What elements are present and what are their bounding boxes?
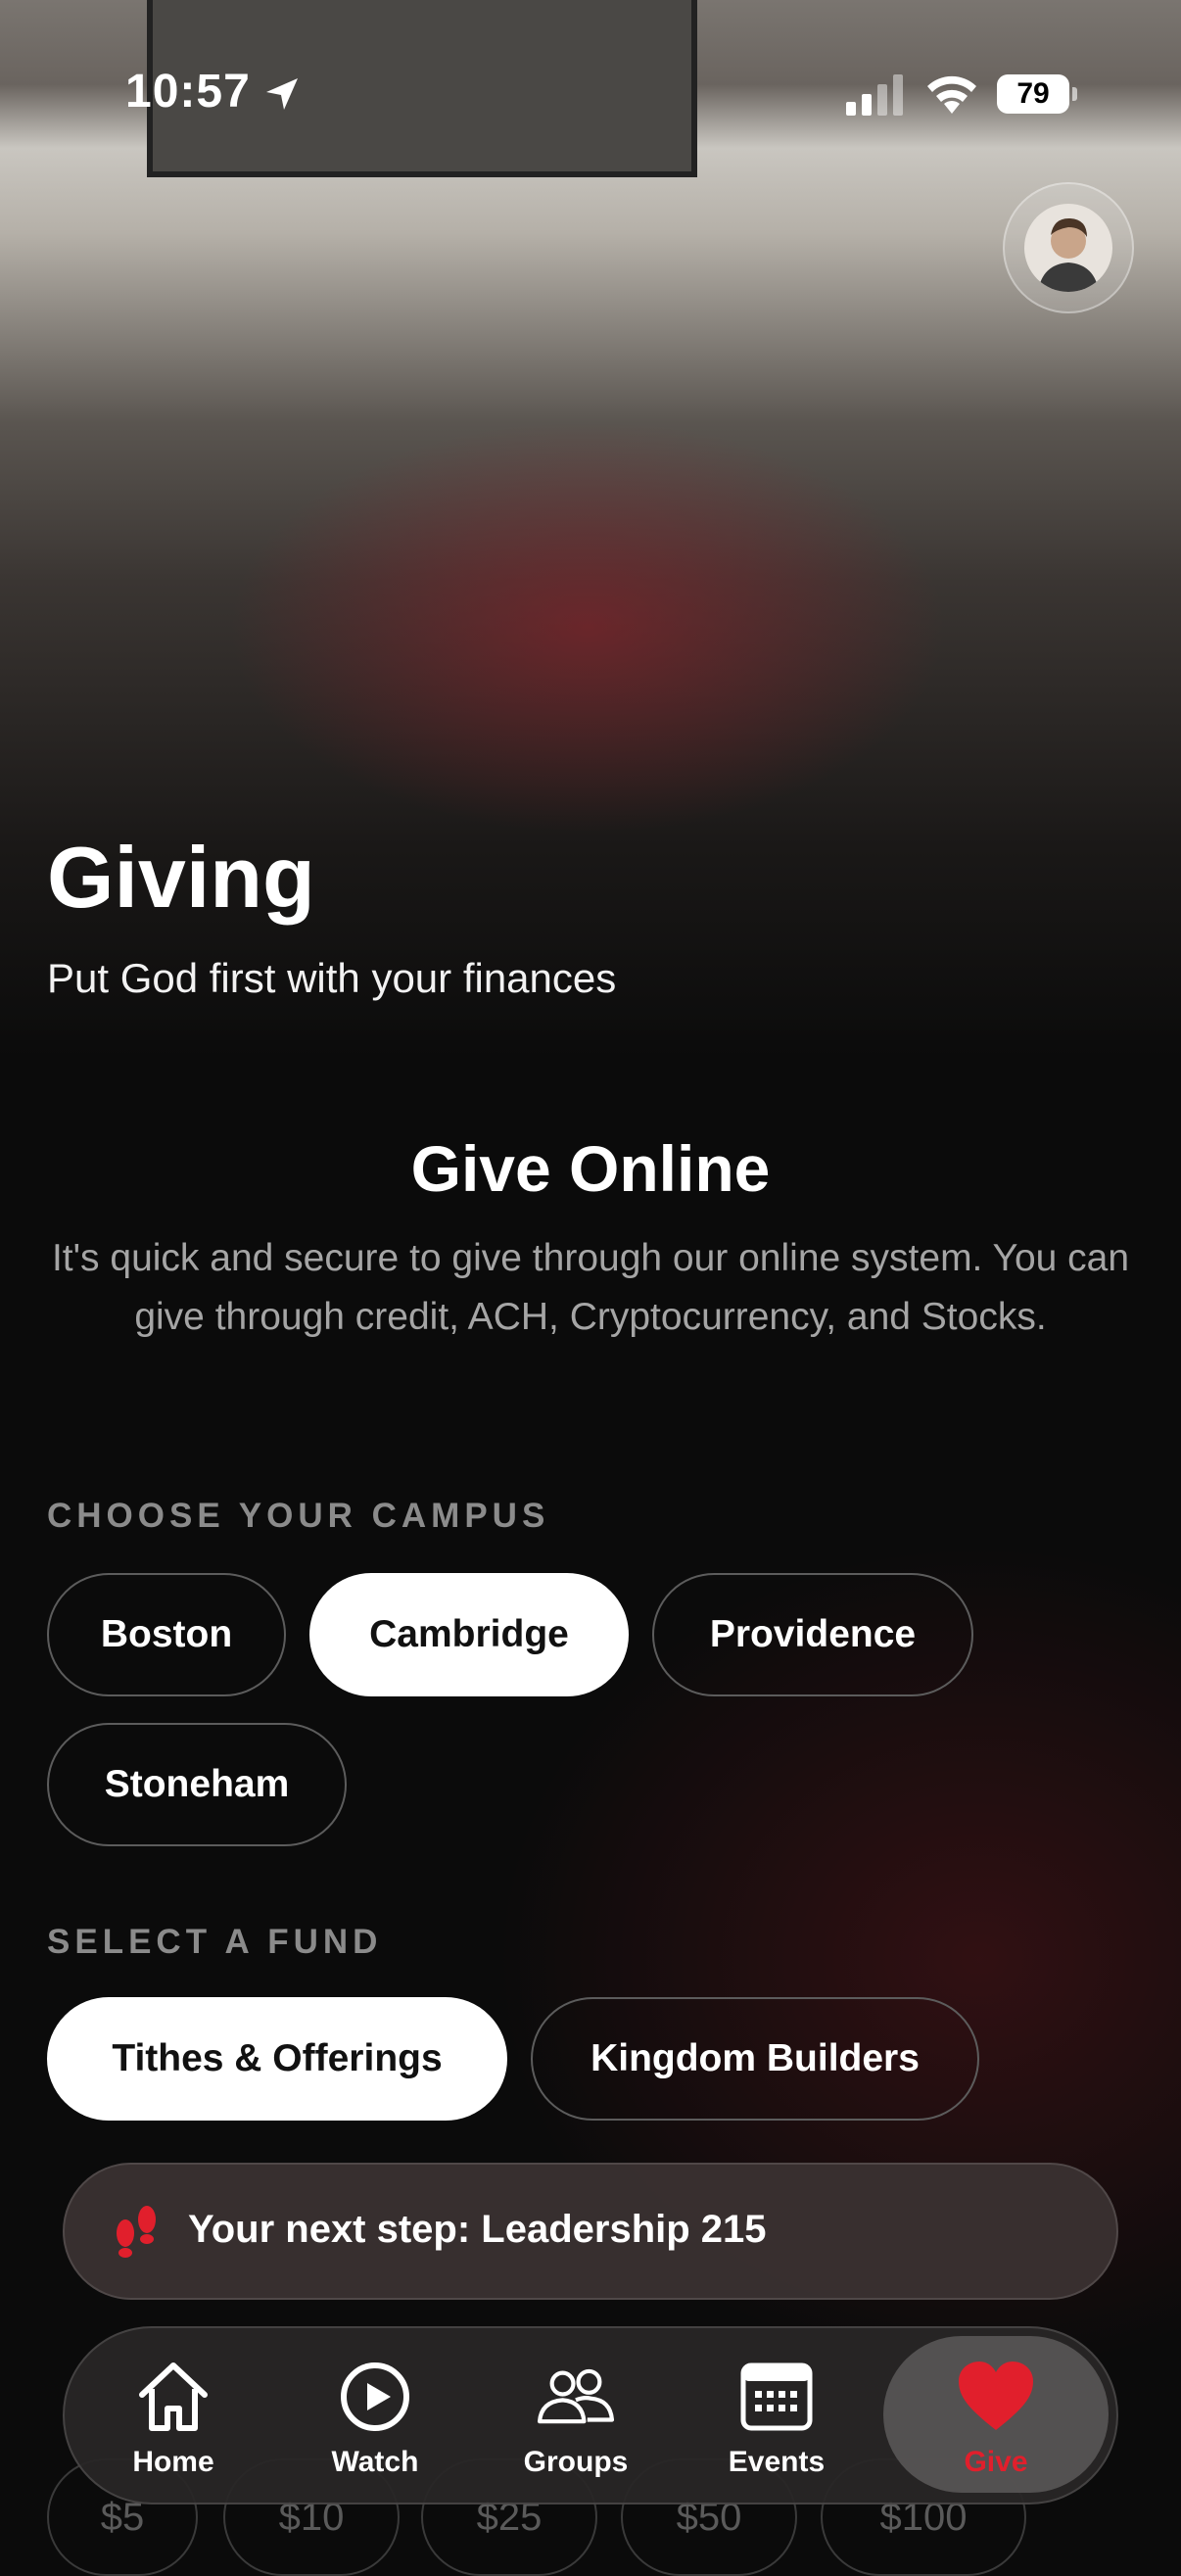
status-bar: 10:57 79 xyxy=(0,0,1181,196)
fund-chip-tithes-offerings[interactable]: Tithes & Offerings xyxy=(47,1997,507,2121)
campus-chip-cambridge[interactable]: Cambridge xyxy=(309,1573,629,1696)
profile-avatar-button[interactable] xyxy=(1003,182,1134,313)
next-step-banner[interactable]: Your next step: Leadership 215 xyxy=(63,2163,1118,2300)
footsteps-icon xyxy=(117,2206,156,2258)
tab-home[interactable]: Home xyxy=(80,2328,266,2503)
tab-events[interactable]: Events xyxy=(684,2328,870,2503)
tab-watch-label: Watch xyxy=(331,2446,419,2478)
tab-groups[interactable]: Groups xyxy=(483,2328,669,2503)
battery-tip xyxy=(1072,87,1077,101)
heart-icon xyxy=(959,2361,1033,2430)
battery-indicator: 79 xyxy=(997,74,1077,116)
tab-groups-label: Groups xyxy=(523,2446,629,2478)
fund-label: SELECT A FUND xyxy=(47,1923,383,1961)
tab-give[interactable]: Give xyxy=(883,2328,1109,2503)
tab-home-label: Home xyxy=(132,2446,214,2478)
campus-chip-stoneham[interactable]: Stoneham xyxy=(47,1723,347,1846)
status-time: 10:57 xyxy=(125,66,251,118)
play-icon xyxy=(341,2362,409,2431)
campus-chip-boston[interactable]: Boston xyxy=(47,1573,286,1696)
battery-level: 79 xyxy=(997,74,1069,114)
page-title: Giving xyxy=(47,829,315,926)
campus-label: CHOOSE YOUR CAMPUS xyxy=(47,1497,550,1535)
person-icon xyxy=(1038,217,1099,292)
give-online-description: It's quick and secure to give through ou… xyxy=(51,1237,1130,1338)
fund-chip-kingdom-builders[interactable]: Kingdom Builders xyxy=(531,1997,979,2121)
campus-chip-providence[interactable]: Providence xyxy=(652,1573,973,1696)
calendar-icon xyxy=(740,2362,813,2431)
wifi-icon xyxy=(927,75,976,114)
tab-events-label: Events xyxy=(728,2446,826,2478)
tab-give-label: Give xyxy=(964,2446,1028,2478)
cellular-signal-icon xyxy=(846,74,903,116)
avatar xyxy=(1024,204,1112,292)
page-subtitle: Put God first with your finances xyxy=(47,955,617,1001)
location-arrow-icon xyxy=(266,78,298,110)
tab-watch[interactable]: Watch xyxy=(282,2328,468,2503)
groups-icon xyxy=(537,2368,615,2424)
home-icon xyxy=(139,2362,208,2431)
give-online-title: Give Online xyxy=(410,1132,771,1205)
next-step-text: Your next step: Leadership 215 xyxy=(188,2208,767,2251)
tab-bar: Home Watch Groups Events Give xyxy=(63,2326,1118,2504)
